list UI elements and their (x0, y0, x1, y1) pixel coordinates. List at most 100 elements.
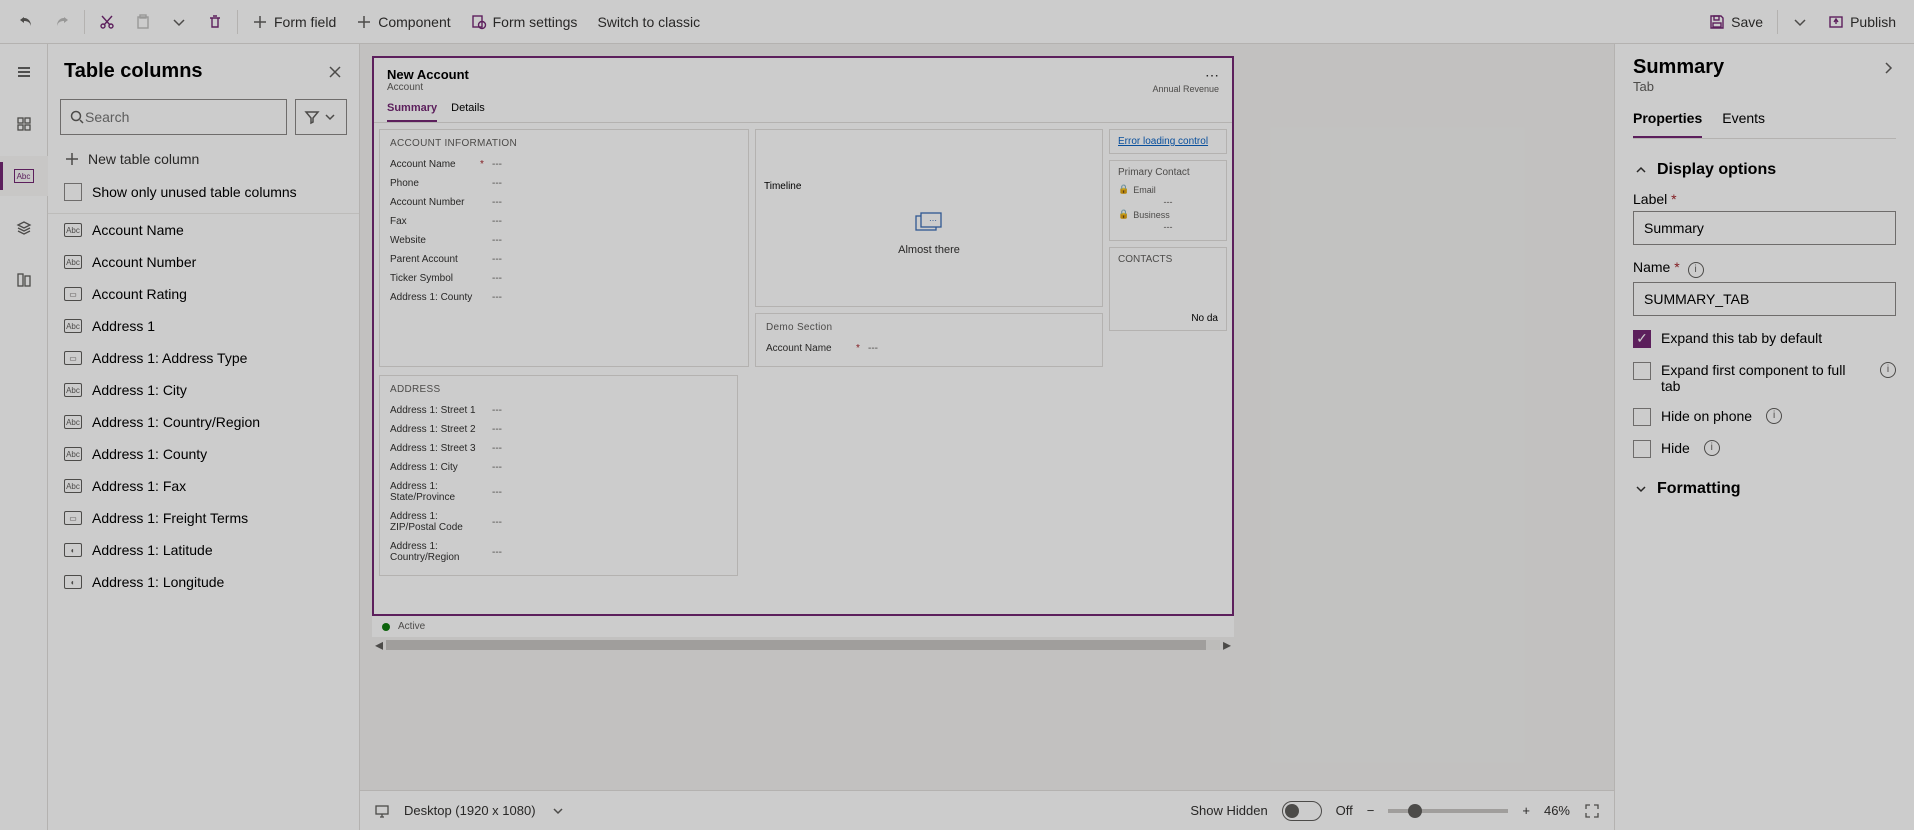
column-label: Address 1: Freight Terms (92, 510, 248, 526)
form-field[interactable]: Account Name*--- (390, 155, 738, 174)
paste-dropdown[interactable] (161, 6, 197, 38)
form-field[interactable]: Ticker Symbol--- (390, 269, 738, 288)
form-field[interactable]: Account Number--- (390, 193, 738, 212)
field-value: --- (492, 405, 502, 416)
zoom-out-button[interactable]: − (1367, 803, 1375, 818)
name-input[interactable] (1633, 282, 1896, 316)
column-item[interactable]: AbcAddress 1: Country/Region (48, 406, 359, 438)
column-list[interactable]: AbcAccount NameAbcAccount Number▭Account… (48, 213, 359, 830)
group-display-options[interactable]: Display options (1633, 161, 1896, 179)
publish-button[interactable]: Publish (1818, 6, 1906, 38)
show-hidden-toggle[interactable] (1282, 801, 1322, 821)
side-error-box[interactable]: Error loading control (1109, 129, 1227, 154)
form-libraries-rail-button[interactable] (0, 260, 48, 300)
add-form-field-button[interactable]: Form field (242, 6, 346, 38)
column-item[interactable]: AbcAccount Number (48, 246, 359, 278)
new-table-column-button[interactable]: New table column (48, 143, 359, 175)
expand-default-checkbox[interactable]: ✓ (1633, 330, 1651, 348)
form-field[interactable]: Account Name*--- (766, 339, 1092, 358)
form-field[interactable]: Address 1: Country/Region--- (390, 537, 727, 567)
form-field[interactable]: Address 1: State/Province--- (390, 477, 727, 507)
cut-button[interactable] (89, 6, 125, 38)
column-item[interactable]: AbcAddress 1: Fax (48, 470, 359, 502)
field-value: --- (492, 487, 502, 498)
ptab-properties[interactable]: Properties (1633, 104, 1702, 138)
components-rail-button[interactable] (0, 104, 48, 144)
expand-first-checkbox[interactable] (1633, 362, 1651, 380)
hide-phone-label: Hide on phone (1661, 408, 1752, 424)
section-demo[interactable]: Demo Section Account Name*--- (755, 313, 1103, 367)
column-item[interactable]: AbcAddress 1 (48, 310, 359, 342)
column-item[interactable]: ▭Address 1: Address Type (48, 342, 359, 374)
form-settings-icon (471, 14, 487, 30)
paste-button[interactable] (125, 6, 161, 38)
info-icon[interactable]: i (1688, 262, 1704, 278)
info-icon[interactable]: i (1766, 408, 1782, 424)
section-address[interactable]: ADDRESS Address 1: Street 1---Address 1:… (379, 375, 738, 576)
chevron-right-icon[interactable] (1880, 60, 1896, 76)
column-item[interactable]: ▭Account Rating (48, 278, 359, 310)
column-item[interactable]: ◐Address 1: Latitude (48, 534, 359, 566)
field-value: --- (492, 159, 502, 170)
form-field[interactable]: Address 1: ZIP/Postal Code--- (390, 507, 727, 537)
group-formatting[interactable]: Formatting (1633, 480, 1896, 498)
tree-rail-button[interactable] (0, 208, 48, 248)
columns-rail-button[interactable]: Abc (0, 156, 48, 196)
column-item[interactable]: AbcAddress 1: County (48, 438, 359, 470)
zoom-in-button[interactable]: + (1522, 803, 1530, 818)
label-input[interactable] (1633, 211, 1896, 245)
hamburger-button[interactable] (0, 52, 48, 92)
delete-button[interactable] (197, 6, 233, 38)
side-primary-contact[interactable]: Primary Contact 🔒Email --- 🔒Business --- (1109, 160, 1227, 241)
ptab-events[interactable]: Events (1722, 104, 1765, 138)
show-unused-checkbox[interactable] (64, 183, 82, 201)
tab-summary[interactable]: Summary (387, 98, 437, 122)
hide-checkbox[interactable] (1633, 440, 1651, 458)
tab-details[interactable]: Details (451, 98, 485, 122)
form-field[interactable]: Phone--- (390, 174, 738, 193)
search-input-wrapper[interactable] (60, 99, 287, 135)
save-button[interactable]: Save (1699, 6, 1773, 38)
form-field[interactable]: Address 1: Street 2--- (390, 420, 727, 439)
filter-button[interactable] (295, 99, 347, 135)
hide-phone-checkbox[interactable] (1633, 408, 1651, 426)
column-item[interactable]: AbcAddress 1: City (48, 374, 359, 406)
form-canvas[interactable]: New Account Account ⋯ Annual Revenue Sum… (372, 56, 1234, 616)
column-item[interactable]: ◐Address 1: Longitude (48, 566, 359, 598)
undo-button[interactable] (8, 6, 44, 38)
section-timeline[interactable]: Timeline ⋯ Almost there (755, 129, 1103, 307)
form-field[interactable]: Address 1: City--- (390, 458, 727, 477)
zoom-slider[interactable] (1388, 809, 1508, 813)
form-field[interactable]: Address 1: Street 3--- (390, 439, 727, 458)
column-item[interactable]: AbcAccount Name (48, 214, 359, 246)
section-account-information[interactable]: ACCOUNT INFORMATION Account Name*---Phon… (379, 129, 749, 367)
paste-icon (135, 14, 151, 30)
horizontal-scrollbar[interactable]: ◂ ▸ (372, 637, 1234, 653)
save-dropdown[interactable] (1782, 6, 1818, 38)
switch-classic-button[interactable]: Switch to classic (587, 6, 710, 38)
viewport-label[interactable]: Desktop (1920 x 1080) (404, 803, 536, 818)
error-link[interactable]: Error loading control (1118, 136, 1208, 147)
column-item[interactable]: ▭Address 1: Freight Terms (48, 502, 359, 534)
info-icon[interactable]: i (1704, 440, 1720, 456)
search-input[interactable] (85, 109, 278, 125)
info-icon[interactable]: i (1880, 362, 1896, 378)
form-field[interactable]: Parent Account--- (390, 250, 738, 269)
form-field[interactable]: Address 1: Street 1--- (390, 401, 727, 420)
close-icon[interactable] (327, 64, 343, 80)
chevron-down-icon[interactable] (550, 803, 566, 819)
expand-default-label: Expand this tab by default (1661, 330, 1822, 346)
status-dot-icon (382, 623, 390, 631)
publish-icon (1828, 14, 1844, 30)
fit-icon[interactable] (1584, 803, 1600, 819)
label-field-label: Label (1633, 191, 1667, 207)
form-field[interactable]: Fax--- (390, 212, 738, 231)
side-contacts[interactable]: CONTACTS No da (1109, 247, 1227, 331)
form-entity: Account (387, 82, 1152, 93)
form-settings-button[interactable]: Form settings (461, 6, 588, 38)
add-component-button[interactable]: Component (346, 6, 460, 38)
redo-button[interactable] (44, 6, 80, 38)
form-settings-label: Form settings (493, 14, 578, 30)
form-field[interactable]: Website--- (390, 231, 738, 250)
form-field[interactable]: Address 1: County--- (390, 288, 738, 307)
